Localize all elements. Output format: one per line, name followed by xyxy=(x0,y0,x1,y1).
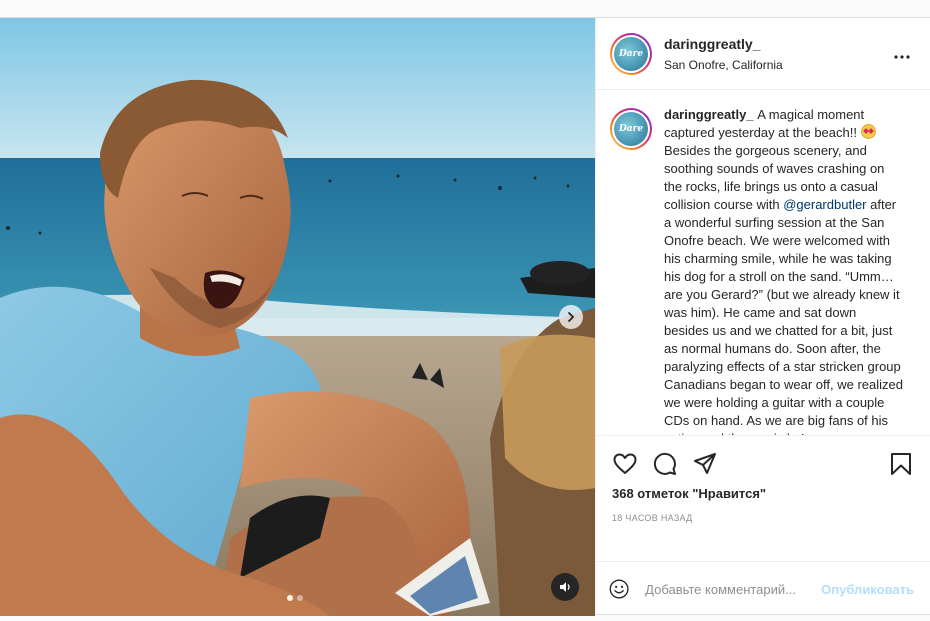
post-media[interactable] xyxy=(0,18,595,616)
sound-toggle-button[interactable] xyxy=(551,573,579,601)
heart-icon xyxy=(613,453,637,474)
bookmark-icon xyxy=(891,453,911,475)
chevron-right-icon xyxy=(568,312,575,322)
caption-username[interactable]: daringgreatly_ xyxy=(664,107,754,122)
comment-input[interactable] xyxy=(645,581,822,597)
next-slide-button[interactable] xyxy=(559,305,583,329)
post-actions-section: 368 отметок "Нравится" 18 часов назад xyxy=(596,435,930,561)
more-options-button[interactable] xyxy=(890,44,914,63)
location-link[interactable]: San Onofre, California xyxy=(664,58,890,72)
action-bar xyxy=(596,436,930,480)
smiley-icon[interactable] xyxy=(609,577,629,601)
mention-link[interactable]: @gerardbutler xyxy=(783,197,866,212)
caption-avatar[interactable]: Dare xyxy=(610,108,652,150)
caption-text: after a wonderful surfing session at the… xyxy=(664,197,903,435)
comment-bubble-icon xyxy=(653,452,676,475)
post-photo xyxy=(0,18,595,616)
publish-button[interactable]: Опубликовать xyxy=(821,582,914,597)
more-horizontal-icon xyxy=(894,55,910,59)
carousel-dot xyxy=(297,595,303,601)
post-timestamp[interactable]: 18 часов назад xyxy=(596,501,930,523)
comments-area[interactable]: Dare daringgreatly_ A magical moment cap… xyxy=(596,90,930,435)
carousel-dot-active xyxy=(287,595,293,601)
avatar-image: Dare xyxy=(614,36,648,71)
avatar-image: Dare xyxy=(614,112,648,146)
post-side-panel: Dare daringgreatly_ San Onofre, Californ… xyxy=(595,18,930,616)
avatar[interactable]: Dare xyxy=(610,32,652,75)
like-button[interactable] xyxy=(612,451,638,477)
username-link[interactable]: daringgreatly_ xyxy=(664,36,890,52)
speaker-icon xyxy=(560,582,570,592)
post-caption: daringgreatly_ A magical moment captured… xyxy=(664,106,904,435)
add-comment-bar: Опубликовать xyxy=(596,561,930,616)
save-button[interactable] xyxy=(888,451,914,477)
share-button[interactable] xyxy=(692,451,718,477)
paper-plane-icon xyxy=(694,453,716,474)
carousel-indicator xyxy=(287,595,303,601)
post-card: Dare daringgreatly_ San Onofre, Californ… xyxy=(0,17,930,616)
post-header: Dare daringgreatly_ San Onofre, Californ… xyxy=(596,18,930,90)
comment-button[interactable] xyxy=(652,451,678,477)
likes-count[interactable]: 368 отметок "Нравится" xyxy=(596,480,930,501)
star-struck-emoji-icon xyxy=(860,124,876,139)
